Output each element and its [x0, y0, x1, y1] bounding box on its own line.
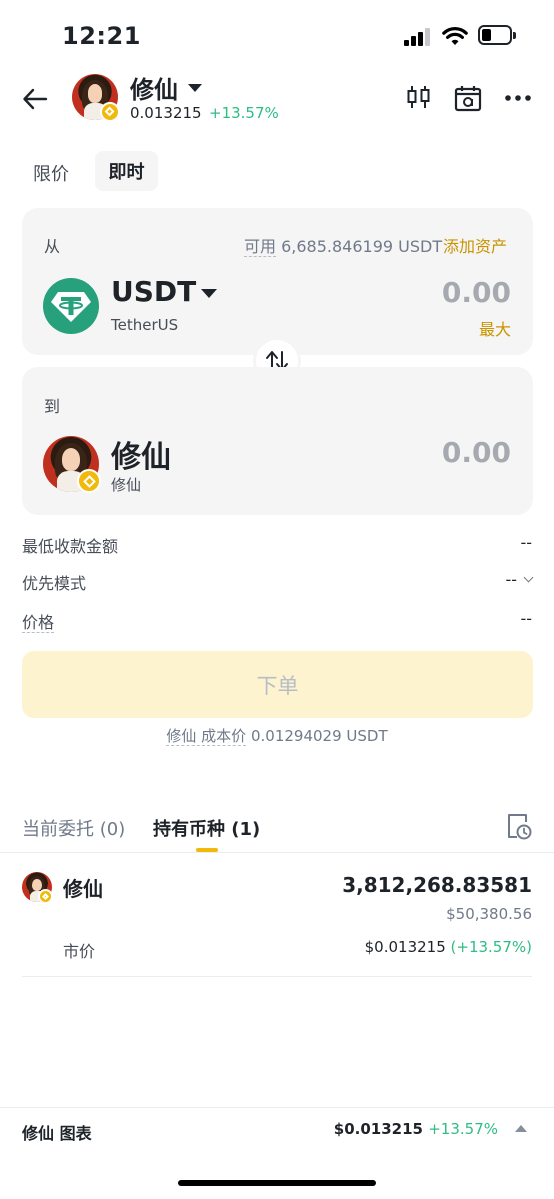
market-price-value: $0.013215 (+13.57%) [365, 938, 532, 956]
market-price-label: 市价 [63, 942, 96, 961]
divider [0, 1107, 554, 1108]
tether-icon [43, 278, 99, 334]
tab-instant[interactable]: 即时 [95, 151, 158, 191]
to-token-name: 修仙 [111, 476, 142, 494]
min-receive-value: -- [520, 533, 532, 552]
caret-up-icon[interactable] [515, 1125, 527, 1132]
tab-open-orders[interactable]: 当前委托 (0) [22, 815, 125, 841]
cost-token: 修仙 [166, 727, 197, 745]
max-button[interactable]: 最大 [479, 316, 511, 340]
market-price: $0.013215 [364, 938, 446, 956]
price-value: -- [520, 609, 532, 628]
holding-quantity: 3,812,268.83581 [342, 873, 532, 897]
more-icon[interactable] [505, 94, 531, 102]
battery-icon [478, 25, 516, 45]
signal-icon [404, 28, 434, 46]
min-receive-label: 最低收款金额 [22, 537, 119, 556]
from-token-symbol[interactable]: USDT [111, 275, 196, 308]
bnb-chain-icon [77, 469, 101, 493]
to-label: 到 [44, 397, 61, 416]
from-token-name: TetherUS [111, 316, 179, 334]
market-change: (+13.57%) [450, 938, 532, 956]
available-balance: 可用 6,685.846199 USDT [244, 233, 442, 257]
available-value: 6,685.846199 USDT [281, 237, 443, 256]
chart-bar-price: $0.013215 +13.57% [334, 1120, 498, 1138]
priority-mode-select[interactable]: -- [505, 570, 534, 589]
tab-holdings[interactable]: 持有币种 (1) [153, 815, 260, 841]
order-history-icon[interactable] [506, 812, 532, 840]
token-price: 0.013215 [130, 104, 202, 122]
divider [0, 852, 554, 853]
bnb-chain-icon [38, 889, 53, 904]
caret-down-icon[interactable] [201, 289, 217, 298]
to-amount: 0.00 [441, 436, 511, 469]
price-label[interactable]: 价格 [22, 613, 55, 633]
chart-price: $0.013215 [333, 1120, 423, 1138]
status-time: 12:21 [62, 22, 141, 50]
add-asset-link[interactable]: 添加资产 [443, 233, 507, 257]
holding-usd-value: $50,380.56 [446, 905, 532, 923]
wifi-icon [442, 27, 468, 45]
chart-change: +13.57% [428, 1120, 498, 1138]
chevron-down-icon [523, 572, 534, 583]
cost-price: 修仙 成本价 0.01294029 USDT [0, 725, 554, 746]
from-amount-input[interactable]: 0.00 [442, 276, 511, 309]
home-indicator[interactable] [178, 1180, 376, 1186]
place-order-button[interactable]: 下单 [22, 651, 533, 718]
bnb-chain-icon [100, 102, 120, 122]
cost-value: 0.01294029 USDT [250, 727, 388, 745]
token-change: +13.57% [209, 104, 279, 122]
to-token-symbol[interactable]: 修仙 [111, 432, 171, 476]
tab-limit[interactable]: 限价 [33, 160, 69, 186]
priority-mode-label: 优先模式 [22, 574, 87, 593]
from-label: 从 [44, 237, 61, 256]
priority-mode-value: -- [505, 570, 517, 589]
chart-bar-title[interactable]: 修仙 图表 [22, 1120, 92, 1144]
cost-label: 成本价 [201, 727, 247, 745]
token-name[interactable]: 修仙 [130, 70, 178, 105]
candlestick-chart-icon[interactable] [406, 84, 432, 110]
price-label-wrap: 价格 [22, 609, 55, 633]
available-label: 可用 [244, 237, 277, 257]
divider [22, 976, 532, 977]
caret-down-icon[interactable] [188, 84, 202, 92]
back-arrow-icon[interactable] [22, 86, 48, 112]
holding-token-name[interactable]: 修仙 [63, 873, 103, 902]
calendar-alert-icon[interactable] [454, 84, 482, 112]
